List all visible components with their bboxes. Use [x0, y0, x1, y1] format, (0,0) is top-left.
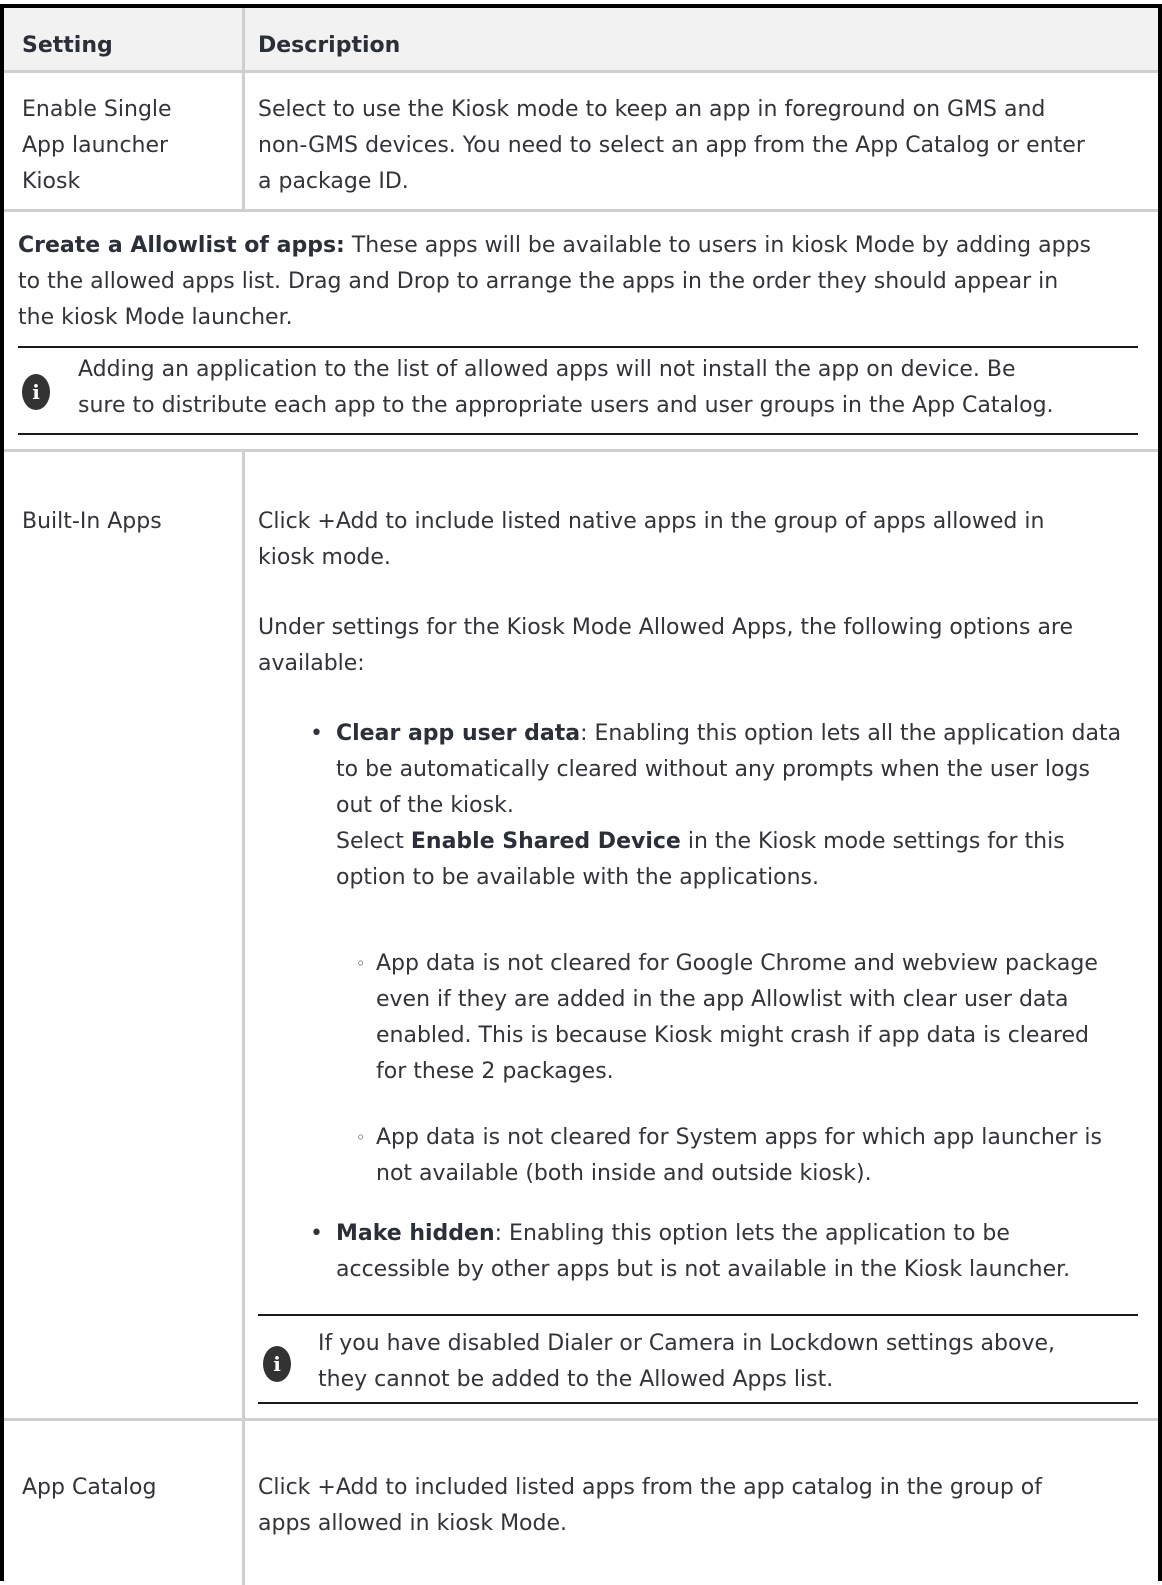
sub-item-chrome: App data is not cleared for Google Chrom… [376, 946, 1148, 1090]
sub2-line: not available (both inside and outside k… [376, 1161, 872, 1186]
sub1-line: App data is not cleared for Google Chrom… [376, 951, 1098, 976]
allowlist-line: to the allowed apps list. Drag and Drop … [18, 269, 1059, 294]
hidden-line: accessible by other apps but is not avai… [336, 1257, 1071, 1282]
row1-divider [242, 73, 245, 209]
header-description: Description [258, 33, 401, 58]
bullet-icon: • [310, 721, 323, 746]
built-in-p2-line: available: [258, 651, 365, 676]
row1-desc-line: a package ID. [258, 169, 409, 194]
built-in-note-line: they cannot be added to the Allowed Apps… [318, 1367, 834, 1392]
bullet-icon: • [310, 1221, 323, 1246]
header-divider [242, 8, 245, 70]
app-catalog-line: apps allowed in kiosk Mode. [258, 1511, 568, 1536]
built-in-note-line: If you have disabled Dialer or Camera in… [318, 1331, 1055, 1356]
allowlist-paragraph: Create a Allowlist of apps: These apps w… [18, 228, 1148, 336]
built-in-note-bottom-rule [258, 1402, 1138, 1404]
allowlist-title: Create a Allowlist of apps: [18, 233, 345, 258]
allowlist-note-line: Adding an application to the list of all… [78, 357, 1016, 382]
built-in-note-top-rule [258, 1314, 1138, 1316]
sub-item-system-apps: App data is not cleared for System apps … [376, 1120, 1148, 1192]
sub1-line: enabled. This is because Kiosk might cra… [376, 1023, 1089, 1048]
allowlist-text: These apps will be available to users in… [344, 233, 1092, 258]
built-in-p2-line: Under settings for the Kiosk Mode Allowe… [258, 615, 1074, 640]
hidden-line: Make hidden: Enabling this option lets t… [336, 1216, 1148, 1252]
sub1-line: for these 2 packages. [376, 1059, 614, 1084]
hidden-title: Make hidden [336, 1221, 495, 1246]
built-in-p1-line: Click +Add to include listed native apps… [258, 509, 1045, 534]
row1-setting: Enable Single App launcher Kiosk [22, 92, 172, 200]
built-in-divider [242, 452, 245, 1585]
built-in-p1-line: kiosk mode. [258, 545, 391, 570]
app-catalog-description: Click +Add to included listed apps from … [258, 1470, 1148, 1542]
clear-line: Clear app user data: Enabling this optio… [336, 716, 1148, 752]
allowlist-line: Create a Allowlist of apps: These apps w… [18, 228, 1148, 264]
header-setting: Setting [22, 33, 113, 58]
built-in-setting: Built-In Apps [22, 509, 162, 534]
info-icon: i [22, 374, 50, 410]
row1-bottom-rule [4, 209, 1158, 212]
enable-shared-device: Enable Shared Device [410, 829, 681, 854]
info-icon: i [263, 1346, 291, 1382]
sub2-line: App data is not cleared for System apps … [376, 1125, 1102, 1150]
allowlist-note-bottom-rule [18, 433, 1138, 435]
allowlist-note: Adding an application to the list of all… [78, 352, 1054, 424]
clear-text: : Enabling this option lets all the appl… [580, 721, 1122, 746]
sub1-line: even if they are added in the app Allowl… [376, 987, 1069, 1012]
built-in-note: If you have disabled Dialer or Camera in… [318, 1326, 1055, 1398]
header-bottom-rule [4, 70, 1158, 73]
row1-setting-line: Enable Single [22, 97, 172, 122]
clear-line: Select Enable Shared Device in the Kiosk… [336, 824, 1148, 860]
sub-bullet-icon: ◦ [356, 1128, 366, 1147]
sub-bullet-icon: ◦ [356, 954, 366, 973]
allowlist-line: the kiosk Mode launcher. [18, 305, 293, 330]
table-header [4, 8, 1158, 70]
row1-desc-line: non-GMS devices. You need to select an a… [258, 133, 1085, 158]
make-hidden-item: Make hidden: Enabling this option lets t… [336, 1216, 1148, 1288]
hidden-text: : Enabling this option lets the applicat… [494, 1221, 1010, 1246]
built-in-p2: Under settings for the Kiosk Mode Allowe… [258, 610, 1148, 682]
app-catalog-setting: App Catalog [22, 1475, 157, 1500]
clear-title: Clear app user data [336, 721, 581, 746]
row1-setting-line: Kiosk [22, 169, 81, 194]
clear-settings: in the Kiosk mode settings for this [680, 829, 1065, 854]
row1-desc-line: Select to use the Kiosk mode to keep an … [258, 97, 1046, 122]
built-in-bottom-rule [4, 1418, 1158, 1421]
built-in-description: Click +Add to include listed native apps… [258, 504, 1148, 576]
clear-line: to be automatically cleared without any … [336, 757, 1090, 782]
allowlist-note-top-rule [18, 346, 1138, 348]
allowlist-bottom-rule [4, 449, 1158, 452]
clear-line: option to be available with the applicat… [336, 865, 820, 890]
row1-description: Select to use the Kiosk mode to keep an … [258, 92, 1085, 200]
allowlist-note-line: sure to distribute each app to the appro… [78, 393, 1054, 418]
clear-app-user-data-item: Clear app user data: Enabling this optio… [336, 716, 1148, 896]
app-catalog-line: Click +Add to included listed apps from … [258, 1475, 1042, 1500]
row1-setting-line: App launcher [22, 133, 169, 158]
clear-line: out of the kiosk. [336, 793, 514, 818]
clear-select: Select [336, 829, 411, 854]
